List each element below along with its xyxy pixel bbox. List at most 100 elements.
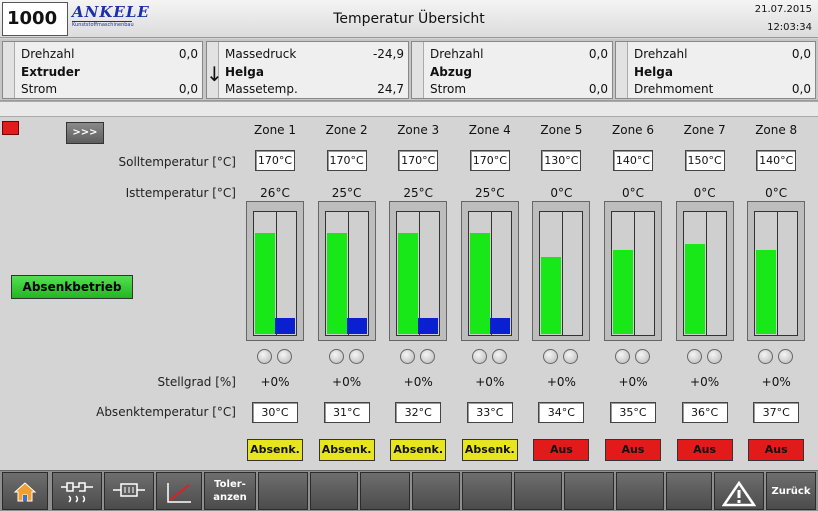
temperature-bar bbox=[389, 201, 448, 341]
zone-status-button[interactable]: Aus bbox=[748, 439, 805, 461]
cool-led bbox=[563, 349, 579, 364]
setpoint-field[interactable]: 130°C bbox=[541, 150, 582, 171]
output-percent: +0% bbox=[475, 375, 505, 389]
nav-empty-button[interactable] bbox=[310, 472, 358, 510]
actual-fill bbox=[418, 318, 439, 334]
trend-button[interactable] bbox=[156, 472, 202, 510]
warning-icon bbox=[715, 481, 763, 507]
panel-value: 0,0 bbox=[178, 47, 198, 61]
actual-temp-value: 25°C bbox=[331, 186, 362, 200]
heating-button[interactable] bbox=[52, 472, 102, 510]
page-title: Temperatur Übersicht bbox=[333, 11, 485, 27]
panel-value: 0,0 bbox=[588, 47, 608, 61]
setback-temp-field[interactable]: 31°C bbox=[323, 402, 370, 423]
setpoint-field[interactable]: 140°C bbox=[756, 150, 797, 171]
nav-empty-button[interactable] bbox=[616, 472, 664, 510]
zone-title: Zone 6 bbox=[612, 123, 654, 137]
setpoint-field[interactable]: 170°C bbox=[398, 150, 439, 171]
bar-inner bbox=[324, 211, 369, 336]
actual-fill bbox=[275, 318, 295, 334]
home-button[interactable] bbox=[2, 472, 48, 510]
setback-temp-field[interactable]: 30°C bbox=[252, 402, 298, 423]
output-percent: +0% bbox=[618, 375, 648, 389]
bar-inner bbox=[682, 211, 727, 336]
zone-status-button[interactable]: Aus bbox=[676, 439, 733, 461]
setpoint-fill bbox=[756, 250, 777, 334]
message-strip bbox=[0, 101, 818, 117]
zone-status-button[interactable]: Absenk. bbox=[461, 439, 518, 461]
bar-divider bbox=[276, 212, 277, 335]
alarm-indicator[interactable] bbox=[2, 121, 19, 135]
panel-row: Strom 0,0 bbox=[3, 80, 202, 98]
output-percent: +0% bbox=[332, 375, 362, 389]
actual-temp-value: 25°C bbox=[474, 186, 505, 200]
zone-title: Zone 3 bbox=[397, 123, 440, 137]
panel-name: Abzug bbox=[430, 65, 472, 79]
panel-row: Drehzahl 0,0 bbox=[412, 45, 612, 63]
zone-status-button[interactable]: Aus bbox=[533, 439, 590, 461]
heat-led bbox=[328, 349, 344, 364]
nav-empty-button[interactable] bbox=[258, 472, 308, 510]
time-display: 12:03:34 bbox=[767, 22, 812, 33]
status-panel[interactable]: Drehzahl 0,0 Abzug Strom 0,0 bbox=[411, 41, 613, 99]
alarm-button[interactable] bbox=[714, 472, 764, 510]
status-panel[interactable]: Drehzahl 0,0 Helga Drehmoment 0,0 bbox=[615, 41, 816, 99]
setback-temp-field[interactable]: 37°C bbox=[753, 402, 800, 423]
heat-led bbox=[758, 349, 774, 364]
setpoint-field[interactable]: 170°C bbox=[326, 150, 367, 171]
heat-led bbox=[471, 349, 487, 364]
soll-row-label: Solltemperatur [°C] bbox=[118, 155, 237, 169]
output-percent: +0% bbox=[761, 375, 791, 389]
panel-value: -24,9 bbox=[372, 47, 404, 61]
heat-led bbox=[257, 349, 272, 364]
actual-temp-value: 0°C bbox=[693, 186, 716, 200]
ist-row-label: Isttemperatur [°C] bbox=[125, 186, 236, 200]
setpoint-field[interactable]: 150°C bbox=[684, 150, 725, 171]
heat-led bbox=[400, 349, 416, 364]
nav-empty-button[interactable] bbox=[462, 472, 512, 510]
actual-temp-value: 25°C bbox=[403, 186, 434, 200]
stell-row-label: Stellgrad [%] bbox=[157, 375, 236, 389]
setback-temp-field[interactable]: 32°C bbox=[395, 402, 442, 423]
panel-label: Drehzahl bbox=[634, 47, 688, 61]
status-panel[interactable]: Massedruck -24,9 Helga Massetemp. 24,7 bbox=[206, 41, 409, 99]
zone-status-button[interactable]: Absenk. bbox=[318, 439, 375, 461]
setpoint-field[interactable]: 170°C bbox=[469, 150, 510, 171]
panel-row: Strom 0,0 bbox=[412, 80, 612, 98]
cool-led bbox=[420, 349, 436, 364]
setback-temp-field[interactable]: 34°C bbox=[538, 402, 585, 423]
nav-empty-button[interactable] bbox=[412, 472, 460, 510]
setpoint-fill bbox=[469, 233, 490, 334]
setback-temp-field[interactable]: 35°C bbox=[610, 402, 656, 423]
nav-empty-button[interactable] bbox=[360, 472, 410, 510]
output-percent: +0% bbox=[403, 375, 433, 389]
temperature-bar bbox=[675, 201, 734, 341]
tolerances-button[interactable]: Toler-anzen bbox=[204, 472, 256, 510]
setpoint-field[interactable]: 170°C bbox=[255, 150, 295, 171]
zone-title: Zone 5 bbox=[540, 123, 583, 137]
setpoint-field[interactable]: 140°C bbox=[613, 150, 653, 171]
nav-empty-button[interactable] bbox=[666, 472, 712, 510]
back-button[interactable]: Zurück bbox=[766, 472, 816, 510]
panel-value: 0,0 bbox=[178, 82, 198, 96]
temperature-bar bbox=[317, 201, 376, 341]
nav-empty-button[interactable] bbox=[564, 472, 614, 510]
setback-temp-field[interactable]: 33°C bbox=[466, 402, 513, 423]
setback-temp-field[interactable]: 36°C bbox=[681, 402, 728, 423]
bar-divider bbox=[347, 212, 349, 335]
setpoint-fill bbox=[255, 233, 275, 334]
zone-status-button[interactable]: Absenk. bbox=[247, 439, 303, 461]
temperature-bar bbox=[532, 201, 591, 341]
panel-label: Strom bbox=[21, 82, 58, 96]
sensor-button[interactable] bbox=[104, 472, 154, 510]
panel-row: Drehmoment 0,0 bbox=[616, 80, 815, 98]
actual-temp-value: 0°C bbox=[621, 186, 644, 200]
zone-status-button[interactable]: Aus bbox=[605, 439, 661, 461]
more-button[interactable]: >>> bbox=[66, 122, 104, 144]
status-panel[interactable]: Drehzahl 0,0 Extruder Strom 0,0 bbox=[2, 41, 203, 99]
cool-led bbox=[277, 349, 292, 364]
absenkbetrieb-button[interactable]: Absenkbetrieb bbox=[11, 275, 133, 299]
zone-status-button[interactable]: Absenk. bbox=[390, 439, 447, 461]
nav-empty-button[interactable] bbox=[514, 472, 562, 510]
panel-row: Drehzahl 0,0 bbox=[616, 45, 815, 63]
